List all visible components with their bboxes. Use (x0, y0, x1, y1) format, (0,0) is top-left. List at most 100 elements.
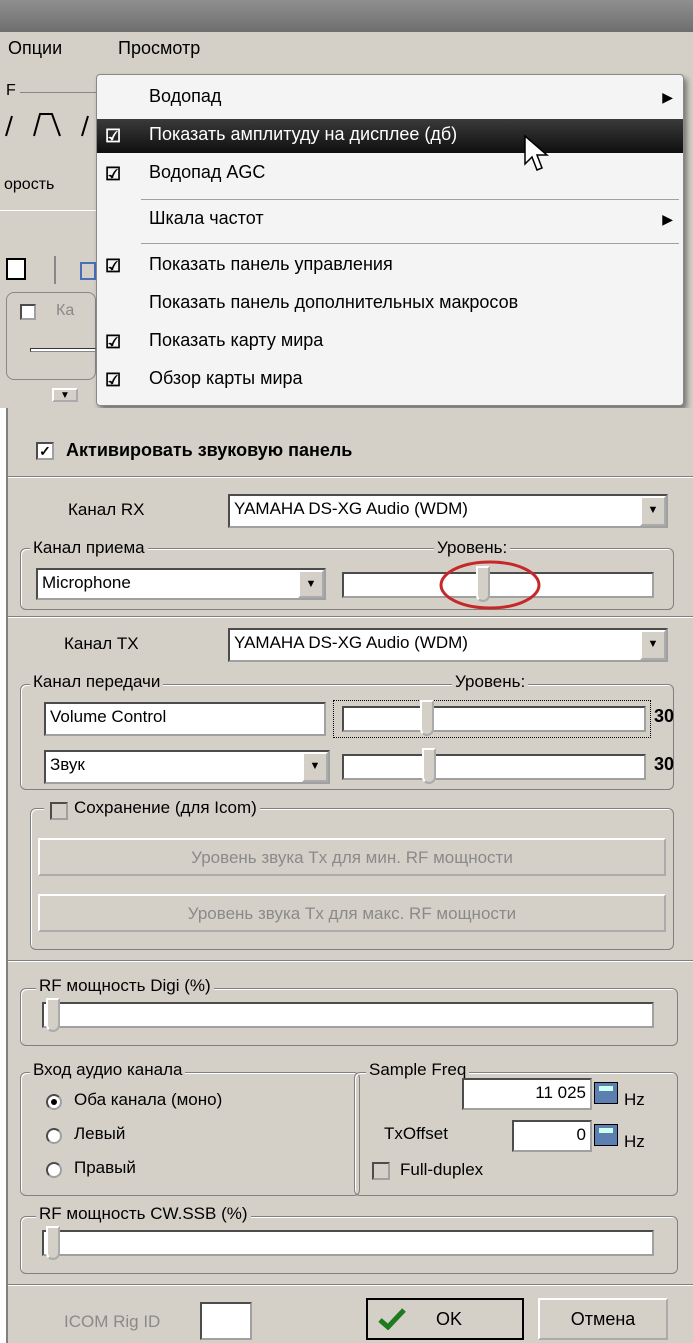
radio-right[interactable] (46, 1162, 62, 1178)
menu-separator (141, 199, 679, 200)
rx-source-select[interactable]: Microphone ▼ (36, 568, 326, 600)
dialog-left-edge (0, 408, 8, 1343)
checkmark-icon: ☑ (105, 256, 122, 276)
checkmark-icon: ☑ (105, 332, 122, 352)
activate-sound-panel-label: Активировать звуковую панель (66, 440, 353, 460)
tx-level-slider-2-thumb[interactable] (422, 748, 436, 784)
sample-freq-input[interactable]: 11 025 (462, 1078, 592, 1110)
rf-cw-ssb-legend: RF мощность CW.SSB (%) (36, 1204, 251, 1224)
checkmark-icon: ☑ (105, 126, 122, 146)
calculator-icon[interactable] (594, 1082, 618, 1104)
tx-level-1-value: 30 (654, 706, 675, 726)
radio-right-label: Правый (74, 1158, 136, 1177)
ok-button[interactable]: OK (366, 1298, 524, 1340)
rx-device-value: YAMAHA DS-XG Audio (WDM) (234, 499, 468, 518)
icom-save-checkbox[interactable] (50, 802, 68, 820)
menu-item-label: Обзор карты мира (149, 368, 303, 388)
menu-bar: Опции Просмотр (0, 32, 693, 68)
calculator-icon[interactable] (594, 1124, 618, 1146)
checkmark-icon (378, 1308, 406, 1330)
tx-source-2-select[interactable]: Звук ▼ (44, 750, 330, 784)
txoffset-label: TxOffset (384, 1124, 448, 1143)
menu-item-waterfall-agc[interactable]: ☑ Водопад AGC (97, 157, 683, 191)
image-tool-icon[interactable] (80, 262, 96, 280)
audio-input-legend: Вход аудио канала (30, 1060, 186, 1080)
bg-dropdown-button[interactable]: ▼ (52, 388, 78, 402)
icom-save-legend: Сохранение (для Icom) (44, 798, 260, 818)
separator (8, 1284, 693, 1286)
menu-item-show-world-map[interactable]: ☑ Показать карту мира (97, 325, 683, 359)
dropdown-arrow-icon[interactable]: ▼ (302, 752, 328, 782)
radio-left[interactable] (46, 1128, 62, 1144)
bg-slider[interactable] (30, 348, 96, 352)
icom-rig-id-label: ICOM Rig ID (64, 1312, 161, 1331)
rf-cw-ssb-slider[interactable] (42, 1230, 654, 1256)
mouse-pointer-icon (524, 134, 550, 171)
menu-item-waterfall[interactable]: Водопад ▶ (97, 81, 683, 115)
highlight-circle (439, 560, 541, 610)
separator (8, 960, 693, 962)
rf-digi-slider[interactable] (42, 1002, 654, 1028)
rx-level-legend: Уровень: (434, 538, 511, 558)
text-tool-icon[interactable] (6, 258, 26, 280)
tx-source-1-value: Volume Control (50, 707, 167, 726)
tx-level-slider-2[interactable] (342, 754, 646, 780)
rx-device-select[interactable]: YAMAHA DS-XG Audio (WDM) ▼ (228, 494, 668, 528)
radio-both-channels[interactable] (46, 1094, 62, 1110)
dropdown-arrow-icon[interactable]: ▼ (298, 570, 324, 598)
bg-checkbox[interactable] (20, 304, 36, 320)
bg-f-label: F (6, 82, 16, 99)
menu-view[interactable]: Просмотр (118, 38, 200, 59)
menu-item-show-macros-panel[interactable]: Показать панель дополнительных макросов (97, 287, 683, 321)
menu-options[interactable]: Опции (8, 38, 62, 59)
checkmark-icon: ☑ (105, 370, 122, 390)
tx-device-select[interactable]: YAMAHA DS-XG Audio (WDM) ▼ (228, 628, 668, 662)
checkmark-icon: ☑ (105, 164, 122, 184)
submenu-arrow-icon: ▶ (662, 89, 673, 105)
ok-button-label: OK (436, 1309, 463, 1329)
tx-max-rf-button[interactable]: Уровень звука Tx для макс. RF мощности (38, 894, 666, 932)
tx-level-2-value: 30 (654, 754, 675, 774)
dropdown-arrow-icon[interactable]: ▼ (640, 630, 666, 660)
separator (8, 476, 693, 478)
tx-channel-label: Канал TX (64, 634, 139, 653)
menu-item-world-map-overview[interactable]: ☑ Обзор карты мира (97, 363, 683, 397)
tx-source-1[interactable]: Volume Control (44, 702, 326, 736)
menu-item-frequency-scale[interactable]: Шкала частот ▶ (97, 203, 683, 237)
rx-source-value: Microphone (42, 573, 131, 592)
menu-item-label: Показать панель дополнительных макросов (149, 292, 519, 312)
icom-rig-id-input[interactable] (200, 1302, 252, 1340)
view-menu: Водопад ▶ ☑ Показать амплитуду на диспле… (96, 74, 684, 406)
cancel-button[interactable]: Отмена (538, 1298, 668, 1340)
menu-item-label: Водопад AGC (149, 162, 266, 182)
bg-speed-label: орость (4, 176, 55, 193)
toolbar-separator (54, 256, 56, 284)
main-window-fragment: Опции Просмотр F орость Ка ▼ Водопад ▶ ☑… (0, 0, 693, 406)
rf-cw-ssb-slider-thumb[interactable] (46, 1226, 60, 1260)
menu-item-label: Показать амплитуду на дисплее (дб) (149, 124, 458, 144)
rx-channel-legend: Канал приема (30, 538, 148, 558)
dropdown-arrow-icon[interactable]: ▼ (640, 496, 666, 526)
tx-level-slider-1-thumb[interactable] (420, 700, 434, 736)
tx-level-slider-1[interactable] (342, 706, 646, 732)
tx-channel-legend: Канал передачи (30, 672, 164, 692)
rf-digi-slider-thumb[interactable] (46, 998, 60, 1032)
menu-item-show-control-panel[interactable]: ☑ Показать панель управления (97, 249, 683, 283)
hz-unit-1: Hz (624, 1090, 645, 1109)
menu-item-show-amplitude[interactable]: ☑ Показать амплитуду на дисплее (дб) (97, 119, 683, 153)
menu-item-label: Показать панель управления (149, 254, 393, 274)
waveform-icon (5, 113, 89, 137)
sample-freq-legend: Sample Freq (366, 1060, 470, 1080)
tx-level-legend: Уровень: (452, 672, 529, 692)
menu-item-label: Водопад (149, 86, 222, 106)
activate-sound-panel-checkbox[interactable]: ✓ (36, 442, 54, 460)
bg-channel-label: Ка (56, 302, 75, 319)
menu-item-label: Показать карту мира (149, 330, 324, 350)
bg-divider (20, 92, 96, 93)
tx-min-rf-button[interactable]: Уровень звука Tx для мин. RF мощности (38, 838, 666, 876)
txoffset-input[interactable]: 0 (512, 1120, 592, 1152)
separator (8, 616, 693, 618)
full-duplex-checkbox[interactable] (372, 1162, 390, 1180)
full-duplex-label: Full-duplex (400, 1160, 484, 1179)
rf-digi-legend: RF мощность Digi (%) (36, 976, 214, 996)
